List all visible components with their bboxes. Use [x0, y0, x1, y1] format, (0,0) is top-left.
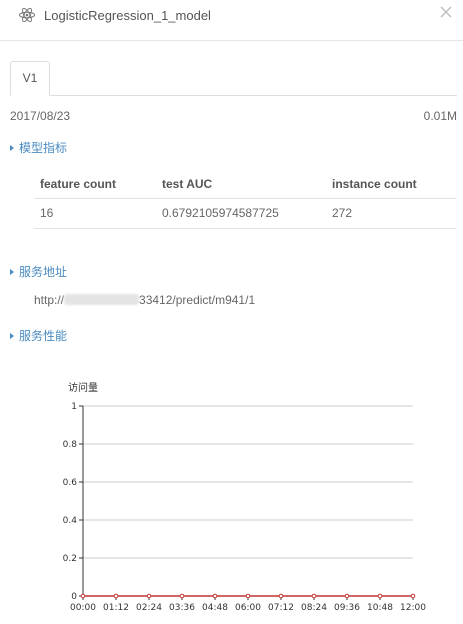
data-point: [278, 593, 284, 599]
caret-right-icon: [10, 145, 14, 151]
x-tick-label: 00:00: [70, 603, 96, 613]
service-url-prefix: http://: [34, 293, 65, 307]
traffic-chart: 访问量 0 0.2 0.4 0.6 0.8 1 00:00 01:12 02:24 03:36 04:…: [63, 381, 427, 613]
cell-instance-count: 272: [326, 198, 456, 229]
cell-feature-count: 16: [34, 198, 156, 229]
close-icon[interactable]: [439, 5, 453, 19]
redacted-host: [64, 294, 140, 305]
section-metrics[interactable]: 模型指标: [10, 139, 67, 156]
x-tick-label: 01:12: [103, 603, 129, 613]
data-point: [113, 593, 119, 599]
x-tick-label: 09:36: [334, 603, 360, 613]
y-tick-label: 0.6: [63, 478, 78, 488]
y-tick-label: 0.8: [63, 440, 78, 450]
column-header-test-auc: test AUC: [156, 170, 326, 199]
model-title: LogisticRegression_1_model: [44, 8, 211, 23]
modal-header: LogisticRegression_1_model: [0, 0, 463, 41]
data-point: [212, 593, 218, 599]
caret-right-icon: [10, 269, 14, 275]
section-metrics-label: 模型指标: [19, 141, 68, 155]
data-point: [80, 593, 86, 599]
section-service-performance[interactable]: 服务性能: [10, 327, 67, 344]
column-header-feature-count: feature count: [34, 170, 156, 199]
data-point: [311, 593, 317, 599]
data-point: [179, 593, 185, 599]
x-tick-label: 07:12: [268, 603, 294, 613]
x-tick-label: 03:36: [169, 603, 195, 613]
version-tabs: V1: [10, 61, 457, 96]
service-url: http:// 33412/predict/m941/1: [34, 293, 255, 307]
x-tick-label: 06:00: [235, 603, 261, 613]
atom-icon: [19, 7, 35, 23]
x-tick-label: 12:00: [400, 603, 426, 613]
y-tick-label: 0.2: [63, 554, 77, 564]
section-service-address-label: 服务地址: [19, 265, 68, 279]
column-header-instance-count: instance count: [326, 170, 456, 199]
section-service-performance-label: 服务性能: [19, 329, 68, 343]
data-point: [245, 593, 251, 599]
section-service-address[interactable]: 服务地址: [10, 263, 67, 280]
caret-right-icon: [10, 333, 14, 339]
x-tick-label: 04:48: [202, 603, 228, 613]
model-date: 2017/08/23: [10, 109, 71, 123]
y-tick-label: 0.4: [63, 516, 78, 526]
y-tick-label: 1: [71, 402, 77, 412]
data-point: [377, 593, 383, 599]
model-size: 0.01M: [423, 109, 457, 123]
data-point: [344, 593, 350, 599]
metrics-table: feature count test AUC instance count 16…: [34, 170, 456, 229]
table-header-row: feature count test AUC instance count: [34, 170, 456, 199]
y-tick-label: 0: [71, 592, 77, 602]
table-row: 16 0.6792105974587725 272: [34, 198, 456, 229]
cell-test-auc: 0.6792105974587725: [156, 198, 326, 229]
service-url-suffix: 33412/predict/m941/1: [139, 293, 256, 307]
x-tick-label: 10:48: [367, 603, 393, 613]
tab-v1[interactable]: V1: [10, 61, 50, 96]
y-axis-label: 访问量: [68, 381, 98, 394]
data-point: [410, 593, 416, 599]
x-tick-label: 02:24: [136, 603, 162, 613]
x-tick-label: 08:24: [301, 603, 327, 613]
data-point: [146, 593, 152, 599]
